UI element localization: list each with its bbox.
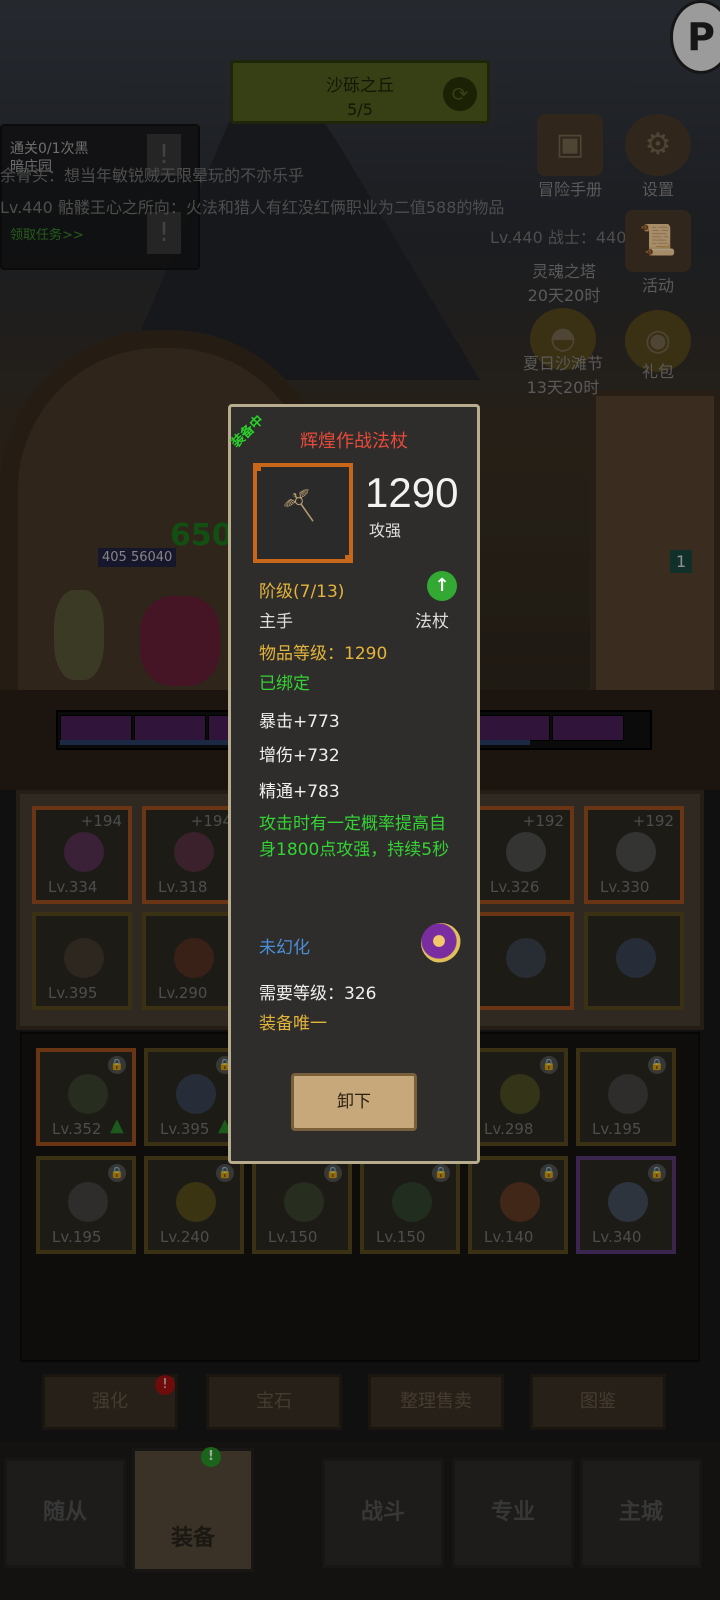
staff-icon: ⚚ <box>271 474 337 542</box>
item-power-caption: 攻强 <box>369 521 402 540</box>
stat-crit: 暴击+773 <box>259 712 340 732</box>
item-type: 法杖 <box>415 612 449 632</box>
required-level: 需要等级：326 <box>259 984 377 1004</box>
upgrade-arrow-icon[interactable]: ↑ <box>427 571 457 601</box>
item-tooltip: 装备中 辉煌作战法杖 ⚚ 1290 攻强 阶级(7/13) ↑ 主手 法杖 物品… <box>228 404 480 1164</box>
transmog-status: 未幻化 <box>259 938 310 958</box>
item-name: 辉煌作战法杖 <box>300 431 408 451</box>
stat-mastery: 精通+783 <box>259 782 340 802</box>
item-level: 物品等级：1290 <box>259 644 388 664</box>
unequip-button[interactable]: 卸下 <box>291 1073 417 1131</box>
bound-status: 已绑定 <box>259 674 310 694</box>
stat-damage-boost: 增伤+732 <box>259 746 340 766</box>
item-slot: 主手 <box>259 612 293 632</box>
item-tier: 阶级(7/13) <box>259 582 345 602</box>
unique-equip: 装备唯一 <box>259 1014 327 1034</box>
proc-effect: 攻击时有一定概率提高自身1800点攻强，持续5秒 <box>259 814 450 860</box>
item-icon-frame: ⚚ <box>253 463 353 563</box>
transmog-orb-icon[interactable] <box>421 923 461 963</box>
item-power: 1290 <box>365 469 459 516</box>
